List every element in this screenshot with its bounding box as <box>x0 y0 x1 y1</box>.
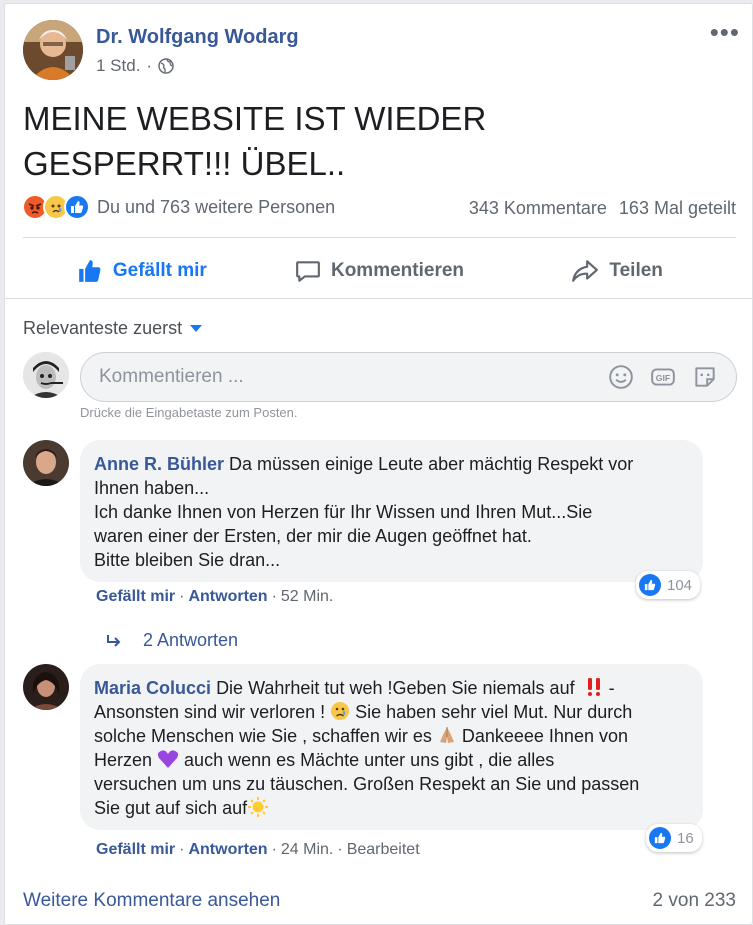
post-text: MEINE WEBSITE IST WIEDER GESPERRT!!! ÜBE… <box>23 96 663 186</box>
reactions-text[interactable]: Du und 763 weitere Personen <box>97 197 335 218</box>
current-user-avatar <box>23 352 69 398</box>
comment-text: solche Menschen wie Sie , schaffen wir e… <box>94 726 432 746</box>
comment-like-count[interactable]: 16 <box>646 824 702 852</box>
post-text-line: GESPERRT!!! ÜBEL.. <box>23 145 346 182</box>
comment-text: auch wenn es Mächte unter uns gibt , die… <box>179 750 555 770</box>
comment-actions: Gefällt mir · Antworten · 52 Min. <box>96 588 333 606</box>
post-time[interactable]: 1 Std. <box>96 56 140 76</box>
comment-bubble: Maria Colucci Die Wahrheit tut weh !Gebe… <box>80 664 703 830</box>
like-button-label: Gefällt mir <box>112 260 207 281</box>
comment-sort-dropdown[interactable]: Relevanteste zuerst <box>23 318 203 339</box>
separator: · <box>271 841 277 858</box>
comment-text: Herzen <box>94 750 153 770</box>
divider <box>23 237 736 238</box>
edited-label[interactable]: Bearbeitet <box>347 841 420 859</box>
more-options-icon[interactable]: ••• <box>710 19 740 45</box>
sad-face-icon <box>331 702 350 720</box>
caret-down-icon <box>190 325 203 332</box>
like-reaction-icon <box>639 574 661 596</box>
like-reaction-icon <box>64 194 90 220</box>
commenter-avatar[interactable] <box>23 440 69 486</box>
view-more-comments-link[interactable]: Weitere Kommentare ansehen <box>23 890 280 912</box>
share-button-label: Teilen <box>609 260 663 281</box>
thumbs-up-icon <box>79 260 101 282</box>
comment-text-line: versuchen um uns zu täuschen. Großen Res… <box>94 774 640 794</box>
comment-text-line: Herzen auch wenn es Mächte unter uns gib… <box>94 748 689 772</box>
gif-icon[interactable]: GIF <box>650 364 676 390</box>
comment-like-link[interactable]: Gefällt mir <box>96 588 175 606</box>
comment-text: Dankeeee Ihnen von <box>456 726 628 746</box>
comment-text-line: solche Menschen wie Sie , schaffen wir e… <box>94 724 689 748</box>
comment-text: Die Wahrheit tut weh !Geben Sie niemals … <box>216 678 575 698</box>
reactions-summary[interactable]: Du und 763 weitere Personen <box>22 194 335 220</box>
author-avatar[interactable] <box>23 20 83 80</box>
purple-heart-icon <box>157 750 179 768</box>
sun-icon <box>248 797 269 817</box>
separator: · <box>179 588 185 605</box>
comment-reply-link[interactable]: Antworten <box>188 841 267 859</box>
comment-like-count[interactable]: 104 <box>636 571 701 599</box>
comment-bubble: Anne R. Bühler Da müssen einige Leute ab… <box>80 440 703 582</box>
comment-text-line: Sie gut auf sich auf <box>94 796 689 820</box>
reply-arrow-icon <box>107 634 121 647</box>
comment-text: Da müssen einige Leute aber mächtig Resp… <box>229 454 634 474</box>
view-replies-link[interactable]: 2 Antworten <box>105 630 238 651</box>
post-meta: 1 Std. · <box>96 56 174 76</box>
separator: · <box>179 841 185 858</box>
post-text-line: MEINE WEBSITE IST WIEDER <box>23 100 487 137</box>
like-count: 16 <box>677 829 694 847</box>
comment-text: - <box>603 678 615 698</box>
comment-time[interactable]: 24 Min. <box>281 841 333 859</box>
section-divider <box>5 298 752 299</box>
comment-input[interactable] <box>99 366 579 388</box>
composer-hint: Drücke die Eingabetaste zum Posten. <box>80 405 298 420</box>
comment-button[interactable]: Kommentieren <box>261 244 499 298</box>
post-actions: Gefällt mir Kommentieren Teilen <box>23 244 736 298</box>
emoji-icon[interactable] <box>608 364 634 390</box>
comment-time[interactable]: 52 Min. <box>281 588 333 606</box>
author-name[interactable]: Dr. Wolfgang Wodarg <box>96 26 299 49</box>
comment-text-line: Bitte bleiben Sie dran... <box>94 550 281 570</box>
replies-label: 2 Antworten <box>143 630 239 650</box>
praying-hands-icon <box>439 727 454 743</box>
globe-icon <box>158 58 174 74</box>
comments-count[interactable]: 343 Kommentare <box>469 198 607 219</box>
comment-text-line: Ansonsten sind wir verloren ! Sie haben … <box>94 700 689 724</box>
sort-label: Relevanteste zuerst <box>23 318 183 338</box>
svg-text:GIF: GIF <box>656 373 670 383</box>
meta-separator: · <box>146 56 153 75</box>
separator: · <box>271 588 277 605</box>
comment-text-line: Ich danke Ihnen von Herzen für Ihr Wisse… <box>94 502 593 522</box>
commenter-avatar[interactable] <box>23 664 69 710</box>
sticker-icon[interactable] <box>692 364 718 390</box>
comment-composer[interactable]: GIF <box>80 352 737 402</box>
commenter-name[interactable]: Anne R. Bühler <box>94 454 224 474</box>
like-count: 104 <box>667 576 693 594</box>
like-button[interactable]: Gefällt mir <box>23 244 261 298</box>
commenter-name[interactable]: Maria Colucci <box>94 678 211 698</box>
comment-like-link[interactable]: Gefällt mir <box>96 841 175 859</box>
comment-icon <box>296 261 320 282</box>
comment-text-line: waren einer der Ersten, der mir die Auge… <box>94 526 532 546</box>
comment-actions: Gefällt mir · Antworten · 24 Min. · Bear… <box>96 841 420 859</box>
separator: · <box>337 841 343 858</box>
comment-text-line: Ihnen haben... <box>94 478 210 498</box>
share-icon <box>572 260 599 282</box>
double-exclamation-icon <box>587 678 600 696</box>
comment-pagination: 2 von 233 <box>652 890 736 911</box>
shares-count[interactable]: 163 Mal geteilt <box>619 198 736 219</box>
comment-text: Sie haben sehr viel Mut. Nur durch <box>350 702 633 722</box>
comment-text: Ansonsten sind wir verloren ! <box>94 702 326 722</box>
comment-text: Sie gut auf sich auf <box>94 798 248 818</box>
share-button[interactable]: Teilen <box>498 244 736 298</box>
post-card: Dr. Wolfgang Wodarg 1 Std. · ••• MEINE W… <box>4 3 753 925</box>
comment-reply-link[interactable]: Antworten <box>188 588 267 606</box>
composer-tools: GIF <box>608 364 718 390</box>
like-reaction-icon <box>649 827 671 849</box>
engagement-counts: 343 Kommentare 163 Mal geteilt <box>469 198 736 219</box>
comment-button-label: Kommentieren <box>330 260 465 281</box>
